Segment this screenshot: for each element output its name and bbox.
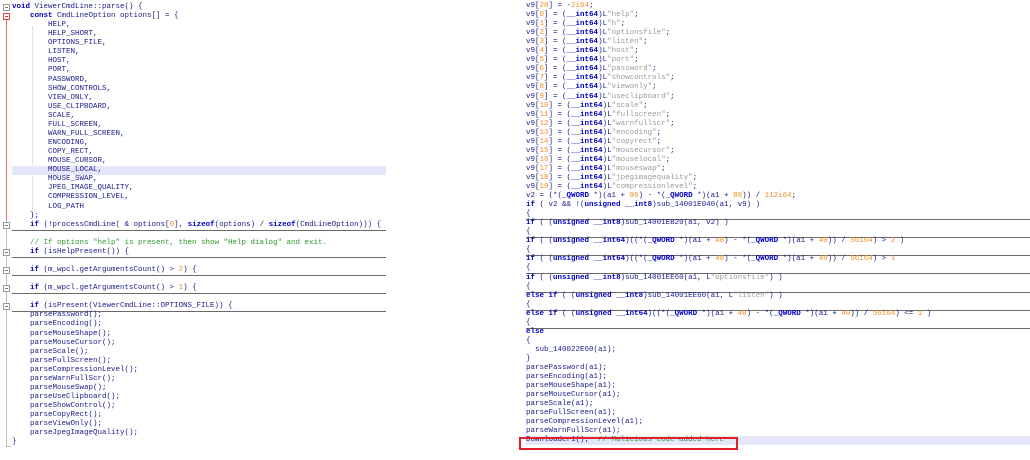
code-line[interactable]: parseEncoding(a1); xyxy=(526,373,1030,382)
code-line[interactable]: v9[15] = (__int64)L"mousecursor"; xyxy=(526,147,1030,156)
code-line[interactable]: USE_CLIPBOARD, xyxy=(12,103,386,112)
code-line[interactable]: HELP, xyxy=(12,21,386,30)
code-line[interactable]: v9[10] = (__int64)L"scale"; xyxy=(526,102,1030,111)
fold-expand-icon[interactable] xyxy=(3,267,10,275)
source-code-pane: void ViewerCmdLine::parse() { const CmdL… xyxy=(0,0,390,460)
code-line[interactable]: { xyxy=(526,337,1030,346)
fold-collapse-icon[interactable] xyxy=(3,4,10,11)
code-line[interactable]: parseViewOnly(); xyxy=(12,420,386,429)
code-line[interactable]: LOG_PATH xyxy=(12,203,386,212)
code-line[interactable]: OPTIONS_FILE, xyxy=(12,39,386,48)
fold-expand-icon[interactable] xyxy=(3,248,10,256)
code-line[interactable]: FULL_SCREEN, xyxy=(12,121,386,130)
code-line[interactable]: COMPRESSION_LEVEL, xyxy=(12,193,386,202)
code-line[interactable]: v9[20] = -2i64; xyxy=(526,2,1030,11)
code-line[interactable]: WARN_FULL_SCREEN, xyxy=(12,130,386,139)
code-line[interactable]: PORT, xyxy=(12,66,386,75)
code-line[interactable]: parseUseClipboard(); xyxy=(12,393,386,402)
code-line[interactable]: v9[3] = (__int64)L"listen"; xyxy=(526,38,1030,47)
code-line[interactable]: v9[19] = (__int64)L"compressionlevel"; xyxy=(526,183,1030,192)
code-line[interactable]: v9[17] = (__int64)L"mouseswap"; xyxy=(526,165,1030,174)
fold-end-marker xyxy=(6,446,11,447)
code-line[interactable]: parsePassword(); xyxy=(12,311,386,320)
code-line[interactable] xyxy=(12,257,386,266)
code-line[interactable]: if ( v2 && !(unsigned __int8)sub_14001E0… xyxy=(526,201,1030,210)
code-line[interactable]: MOUSE_LOCAL, xyxy=(12,166,386,176)
code-line[interactable]: v9[14] = (__int64)L"copyrect"; xyxy=(526,138,1030,147)
code-line[interactable]: v9[9] = (__int64)L"useclipboard"; xyxy=(526,93,1030,102)
code-line[interactable]: parseScale(); xyxy=(12,348,386,357)
code-line[interactable]: v9[4] = (__int64)L"host"; xyxy=(526,47,1030,56)
fold-expand-icon[interactable] xyxy=(3,221,10,229)
code-line[interactable]: parseMouseCursor(); xyxy=(12,339,386,348)
code-line[interactable]: ENCODING, xyxy=(12,139,386,148)
code-line[interactable]: } xyxy=(12,438,386,447)
code-line[interactable]: HELP_SHORT, xyxy=(12,30,386,39)
code-line[interactable]: parseCopyRect(); xyxy=(12,411,386,420)
code-line[interactable]: parseFullScreen(a1); xyxy=(526,409,1030,418)
code-line[interactable]: sub_140022E60(a1); xyxy=(526,346,1030,355)
code-line[interactable]: v9[18] = (__int64)L"jpegimagequality"; xyxy=(526,174,1030,183)
code-line[interactable]: v9[1] = (__int64)L"h"; xyxy=(526,20,1030,29)
code-line[interactable]: if ( (unsigned __int64)((*(_QWORD *)(a1 … xyxy=(526,237,1030,246)
code-line[interactable]: parseWarnFullScr(a1); xyxy=(526,427,1030,436)
code-line[interactable]: v9[13] = (__int64)L"encoding"; xyxy=(526,129,1030,138)
code-line[interactable]: v9[2] = (__int64)L"optionsfile"; xyxy=(526,29,1030,38)
code-line[interactable]: JPEG_IMAGE_QUALITY, xyxy=(12,184,386,193)
code-line[interactable]: v2 = (*(_QWORD *)(a1 + 96) - *(_QWORD *)… xyxy=(526,192,1030,201)
code-line[interactable] xyxy=(12,275,386,284)
code-line[interactable]: // If options "help" is present, then sh… xyxy=(12,239,386,248)
fold-expand-icon[interactable] xyxy=(3,285,10,293)
code-line[interactable]: v9[8] = (__int64)L"viewonly"; xyxy=(526,83,1030,92)
code-line[interactable]: MOUSE_CURSOR, xyxy=(12,157,386,166)
code-line[interactable]: VIEW_ONLY, xyxy=(12,94,386,103)
code-line[interactable]: v9[0] = (__int64)L"help"; xyxy=(526,11,1030,20)
code-line[interactable]: parseEncoding(); xyxy=(12,320,386,329)
code-line[interactable]: COPY_RECT, xyxy=(12,148,386,157)
code-line[interactable]: if ( (unsigned __int8)sub_14001EE60(a1, … xyxy=(526,274,1030,283)
fold-expand-icon[interactable] xyxy=(3,303,10,311)
code-line[interactable]: parseJpegImageQuality(); xyxy=(12,429,386,438)
code-line[interactable]: parseMouseSwap(); xyxy=(12,384,386,393)
code-line[interactable]: parseCompressionLevel(); xyxy=(12,366,386,375)
code-line[interactable]: v9[5] = (__int64)L"port"; xyxy=(526,56,1030,65)
code-line[interactable]: void ViewerCmdLine::parse() { xyxy=(12,3,386,12)
code-line[interactable]: PASSWORD, xyxy=(12,76,386,85)
code-line[interactable]: parseWarnFullScr(); xyxy=(12,375,386,384)
code-line[interactable] xyxy=(12,293,386,302)
code-line[interactable]: parseShowControl(); xyxy=(12,402,386,411)
code-line[interactable] xyxy=(12,230,386,239)
code-line[interactable]: v9[7] = (__int64)L"showcontrols"; xyxy=(526,74,1030,83)
code-line[interactable]: else if ( (unsigned __int64)((*(_QWORD *… xyxy=(526,310,1030,319)
code-line[interactable]: else xyxy=(526,328,1030,337)
code-line[interactable]: parseFullScreen(); xyxy=(12,357,386,366)
code-line[interactable]: v9[6] = (__int64)L"password"; xyxy=(526,65,1030,74)
code-line[interactable]: parsePassword(a1); xyxy=(526,364,1030,373)
code-line[interactable]: LISTEN, xyxy=(12,48,386,57)
code-line[interactable]: parseCompressionLevel(a1); xyxy=(526,418,1030,427)
code-line[interactable]: parseScale(a1); xyxy=(526,400,1030,409)
code-line[interactable]: v9[16] = (__int64)L"mouselocal"; xyxy=(526,156,1030,165)
fold-rail xyxy=(6,18,7,221)
code-line[interactable]: parseMouseCursor(a1); xyxy=(526,391,1030,400)
code-line[interactable]: SHOW_CONTROLS, xyxy=(12,85,386,94)
code-line[interactable]: parseMouseShape(a1); xyxy=(526,382,1030,391)
malicious-code-annotation-box xyxy=(519,437,738,450)
code-line[interactable]: v9[12] = (__int64)L"warnfullscr"; xyxy=(526,120,1030,129)
code-line[interactable]: parseMouseShape(); xyxy=(12,330,386,339)
code-line[interactable]: } xyxy=(526,355,1030,364)
code-line[interactable]: if ( (unsigned __int8)sub_14001EB20(a1, … xyxy=(526,219,1030,228)
code-line[interactable]: SCALE, xyxy=(12,112,386,121)
code-line[interactable]: const CmdLineOption options[] = { xyxy=(12,12,386,21)
code-line[interactable]: v9[11] = (__int64)L"fullscreen"; xyxy=(526,111,1030,120)
code-line[interactable]: else if ( (unsigned __int8)sub_14001EE60… xyxy=(526,292,1030,301)
code-line[interactable]: MOUSE_SWAP, xyxy=(12,175,386,184)
decompiled-code-pane: v9[20] = -2i64; v9[0] = (__int64)L"help";… xyxy=(518,0,1030,460)
fold-collapse-icon[interactable] xyxy=(3,13,10,21)
code-line[interactable]: HOST, xyxy=(12,57,386,66)
code-line[interactable]: if ( (unsigned __int64)((*(_QWORD *)(a1 … xyxy=(526,255,1030,264)
code-line[interactable]: }; xyxy=(12,212,386,221)
